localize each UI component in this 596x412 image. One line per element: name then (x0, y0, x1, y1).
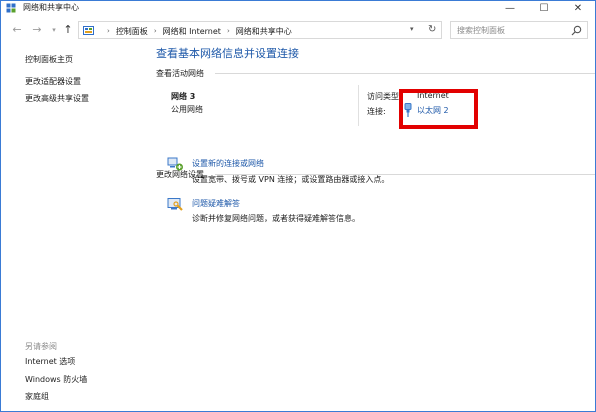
homegroup-link[interactable]: 家庭组 (25, 391, 49, 402)
breadcrumb-separator-icon: › (107, 27, 110, 35)
control-panel-icon (83, 26, 94, 35)
search-icon[interactable] (571, 25, 582, 36)
breadcrumb-network-internet[interactable]: 网络和 Internet (163, 26, 221, 37)
setup-new-connection-link[interactable]: 设置新的连接或网络 (192, 158, 264, 169)
active-networks-heading: 查看活动网络 (156, 69, 204, 78)
address-bar[interactable]: › 控制面板 › 网络和 Internet › 网络和共享中心 ▾ ↻ (78, 21, 442, 39)
network-center-icon (6, 3, 16, 13)
maximize-button[interactable]: ☐ (529, 1, 559, 15)
network-setup-icon (167, 157, 183, 171)
main-content: 查看基本网络信息并设置连接 查看活动网络 网络 3 公用网络 访问类型: Int… (149, 45, 595, 411)
network-type: 公用网络 (171, 105, 203, 114)
network-divider (358, 85, 359, 126)
address-dropdown-chevron-icon[interactable]: ▾ (410, 25, 414, 33)
breadcrumb-control-panel[interactable]: 控制面板 (116, 26, 148, 37)
window-title: 网络和共享中心 (23, 3, 79, 12)
see-also-heading: 另请参阅 (25, 342, 57, 351)
left-pane: 控制面板主页 更改适配器设置 更改高级共享设置 另请参阅 Internet 选项… (1, 45, 149, 411)
windows-firewall-link[interactable]: Windows 防火墙 (25, 374, 87, 385)
access-type-label: 访问类型: (367, 92, 402, 101)
setup-new-connection-description: 设置宽带、拨号或 VPN 连接；或设置路由器或接入点。 (192, 175, 390, 184)
close-button[interactable]: ✕ (563, 1, 593, 15)
window: 网络和共享中心 — ☐ ✕ ← → ▾ ↑ › 控制面板 › 网络和 Inter… (0, 0, 596, 412)
recent-locations-chevron-icon[interactable]: ▾ (48, 23, 60, 37)
back-arrow-icon[interactable]: ← (11, 23, 23, 37)
breadcrumb: › 控制面板 › 网络和 Internet › 网络和共享中心 (101, 25, 292, 37)
page-title: 查看基本网络信息并设置连接 (156, 47, 299, 60)
navigation-bar: ← → ▾ ↑ › 控制面板 › 网络和 Internet › 网络和共享中心 … (1, 17, 595, 43)
change-adapter-settings-link[interactable]: 更改适配器设置 (25, 76, 81, 87)
troubleshoot-problems-description: 诊断并修复网络问题，或者获得疑难解答信息。 (192, 214, 360, 223)
search-placeholder: 搜索控制面板 (457, 26, 505, 35)
troubleshoot-problems-link[interactable]: 问题疑难解答 (192, 198, 240, 209)
highlight-box (399, 89, 478, 129)
title-bar: 网络和共享中心 — ☐ ✕ (1, 1, 595, 15)
breadcrumb-separator-icon: › (226, 27, 230, 35)
forward-arrow-icon[interactable]: → (31, 23, 43, 37)
minimize-button[interactable]: — (495, 1, 525, 15)
internet-options-link[interactable]: Internet 选项 (25, 356, 75, 367)
refresh-icon[interactable]: ↻ (428, 24, 436, 35)
breadcrumb-separator-icon: › (153, 27, 157, 35)
search-box[interactable]: 搜索控制面板 (450, 21, 588, 39)
troubleshoot-icon (167, 198, 183, 211)
change-advanced-sharing-link[interactable]: 更改高级共享设置 (25, 93, 89, 104)
breadcrumb-network-sharing-center[interactable]: 网络和共享中心 (236, 26, 292, 37)
up-arrow-icon[interactable]: ↑ (62, 23, 74, 37)
connections-label: 连接: (367, 107, 386, 116)
section-divider (215, 73, 595, 74)
control-panel-home-link[interactable]: 控制面板主页 (25, 54, 73, 65)
network-name: 网络 3 (171, 92, 196, 101)
